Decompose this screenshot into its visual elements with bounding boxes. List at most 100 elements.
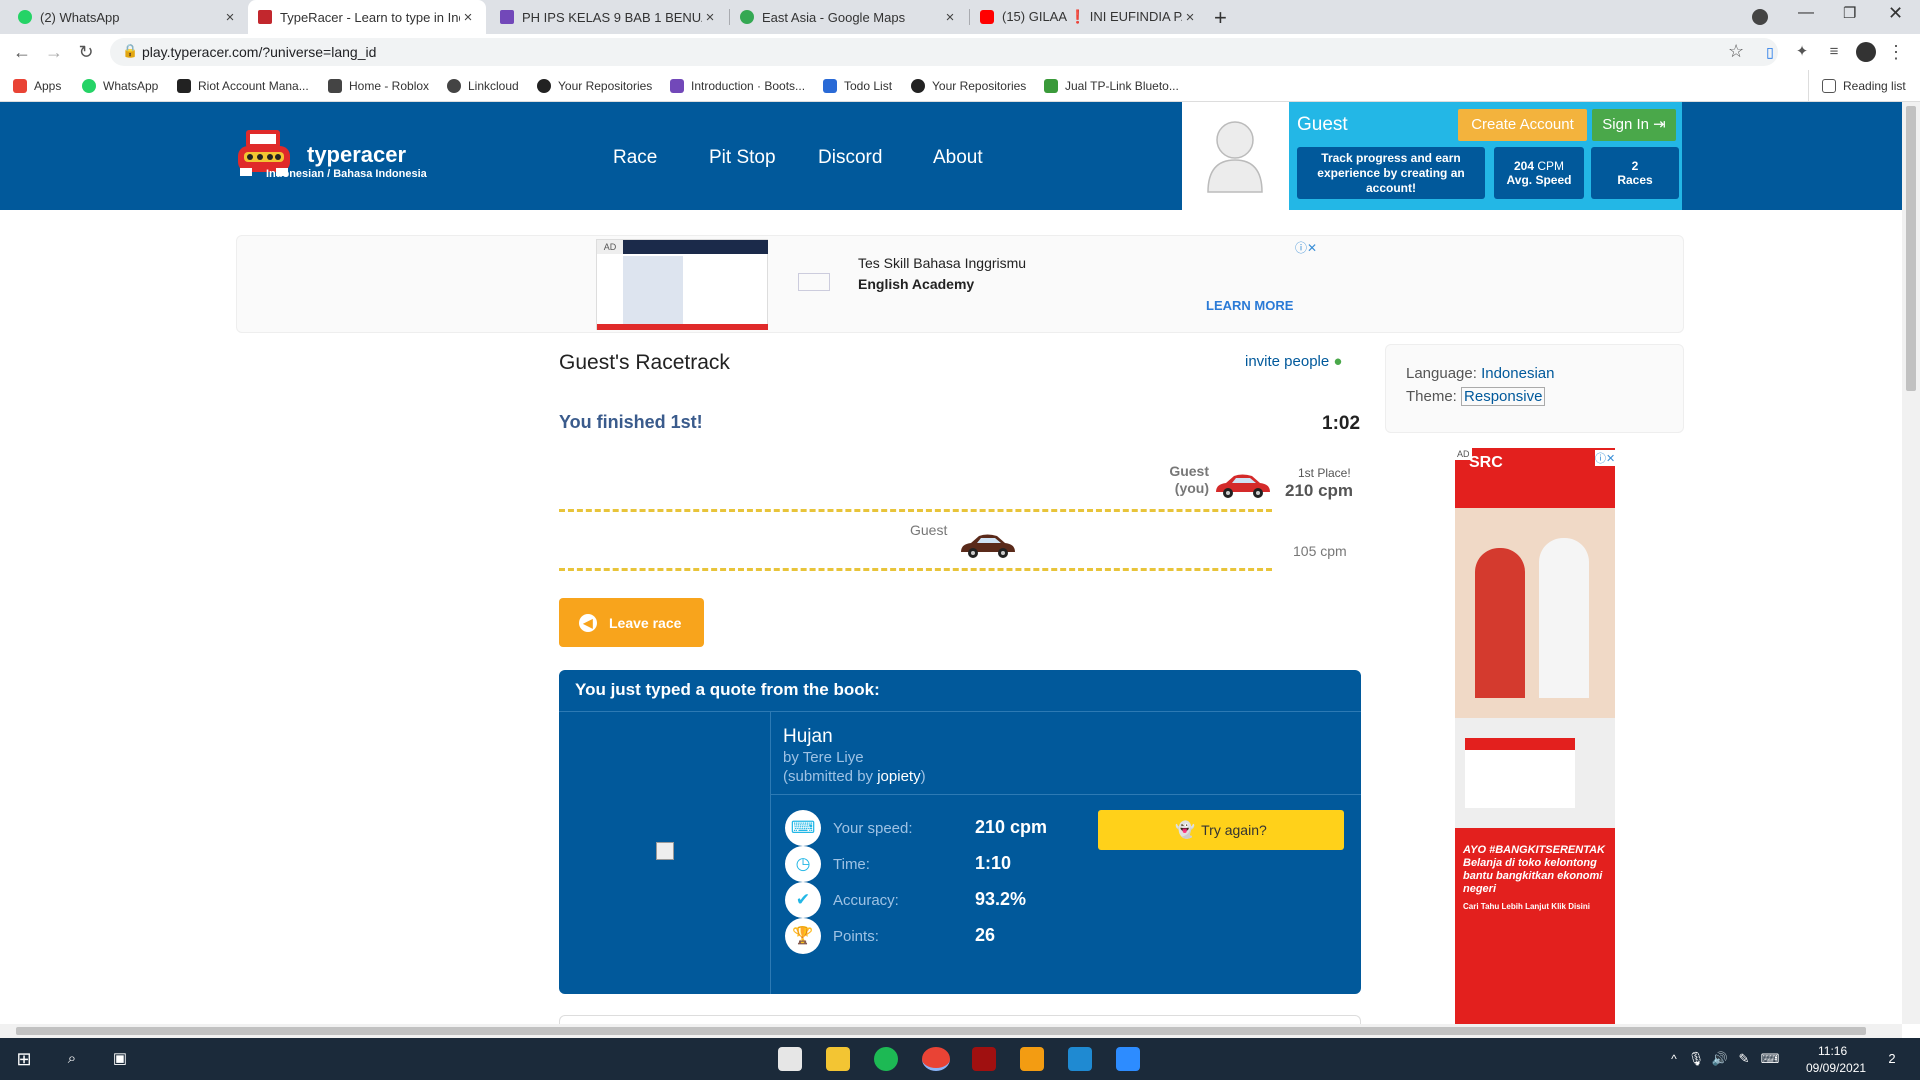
create-account-button[interactable]: Create Account — [1458, 109, 1587, 141]
keyboard-icon[interactable]: ⌨ — [1758, 1047, 1782, 1071]
sign-in-button[interactable]: Sign In ⇥ — [1592, 109, 1676, 141]
vscode-icon[interactable] — [1068, 1047, 1092, 1071]
bookmark-todo[interactable]: Todo List — [823, 76, 892, 96]
bookmark-repositories-2[interactable]: Your Repositories — [911, 76, 1026, 96]
user-name: Guest — [1297, 114, 1348, 135]
reading-mode-icon[interactable]: ▯ — [1758, 40, 1782, 64]
bookmark-tokopedia[interactable]: Jual TP-Link Blueto... — [1044, 76, 1179, 96]
tab-typeracer[interactable]: TypeRacer - Learn to type in Indo × — [248, 0, 486, 34]
track-progress-box[interactable]: Track progress and earn experience by cr… — [1297, 147, 1485, 199]
media-icon[interactable]: ≡ — [1822, 40, 1846, 64]
try-again-button[interactable]: 👻 Try again? — [1098, 810, 1344, 850]
nav-discord[interactable]: Discord — [818, 147, 882, 169]
close-tab-icon[interactable]: × — [942, 9, 958, 26]
bookmark-linkcloud[interactable]: Linkcloud — [447, 76, 519, 96]
file-explorer-icon[interactable] — [826, 1047, 850, 1071]
windows-start-icon[interactable]: ⊞ — [12, 1047, 36, 1071]
ad-banner-side[interactable]: AD SRC ⓘ✕ AYO #BANGKITSERENTAK Belanja d… — [1455, 448, 1616, 1024]
tab-youtube[interactable]: (15) GILAA ❗ INI EUFINDIA PALIN × — [970, 0, 1208, 34]
nav-pit-stop[interactable]: Pit Stop — [709, 147, 776, 169]
bookmark-riot[interactable]: Riot Account Mana... — [177, 76, 309, 96]
bookmark-label: Apps — [34, 79, 62, 93]
logo-text[interactable]: typeracer — [307, 142, 406, 168]
horizontal-scrollbar[interactable] — [0, 1024, 1902, 1038]
address-bar[interactable]: 🔒 play.typeracer.com/?universe=lang_id ☆ — [110, 38, 1778, 66]
ad-advertiser[interactable]: English Academy — [858, 276, 974, 292]
new-tab-button[interactable]: + — [1214, 5, 1227, 31]
keyboard-icon: ⌨ — [785, 810, 821, 846]
submitter-link[interactable]: jopiety — [877, 768, 920, 785]
roblox-icon — [328, 79, 342, 93]
avatar[interactable] — [1204, 116, 1266, 194]
bookmark-apps[interactable]: Apps — [13, 76, 61, 96]
tab-ph-ips[interactable]: PH IPS KELAS 9 BAB 1 BENUA × — [490, 0, 728, 34]
theme-select[interactable]: Responsive — [1461, 387, 1546, 406]
ad-image[interactable]: AD — [596, 239, 768, 330]
ad-side-cta[interactable]: Cari Tahu Lebih Lanjut Klik Disini — [1463, 902, 1590, 911]
notification-icon[interactable]: 2 — [1880, 1047, 1904, 1071]
ad-headline[interactable]: Tes Skill Bahasa Inggrismu — [858, 255, 1026, 271]
forward-icon[interactable]: → — [42, 40, 66, 64]
submitted-by: (submitted by jopiety) — [783, 768, 926, 785]
invite-people-link[interactable]: invite people ● — [1245, 353, 1342, 370]
video-editor-icon[interactable] — [972, 1047, 996, 1071]
extensions-icon[interactable]: ✦ — [1790, 40, 1814, 64]
ad-store-illustration — [1455, 718, 1615, 828]
microphone-icon[interactable]: 🎙 — [1684, 1047, 1708, 1071]
search-icon[interactable]: ⌕ — [60, 1047, 84, 1071]
clock-date[interactable]: 09/09/2021 — [1806, 1061, 1866, 1075]
zoom-icon[interactable] — [1116, 1047, 1140, 1071]
ad-brand-logo: SRC — [1469, 454, 1503, 471]
paint-icon[interactable] — [778, 1047, 802, 1071]
reading-list-button[interactable]: Reading list — [1822, 76, 1906, 96]
vertical-scrollbar[interactable] — [1902, 102, 1920, 1024]
close-tab-icon[interactable]: × — [460, 9, 476, 26]
ad-close-icon[interactable]: ⓘ✕ — [1295, 239, 1317, 256]
back-icon[interactable]: ← — [10, 40, 34, 64]
reload-icon[interactable]: ↻ — [74, 40, 98, 64]
stat-value: 210 cpm — [975, 817, 1048, 837]
todo-check-icon — [823, 79, 837, 93]
tab-search-icon[interactable] — [1752, 9, 1768, 25]
ad-learn-more-link[interactable]: LEARN MORE — [1206, 298, 1293, 313]
races-box: 2 Races — [1591, 147, 1679, 199]
windows-taskbar: ⊞ ⌕ ▣ ^ 🎙 🔊 ✎ ⌨ 11:16 09/09/2021 2 — [0, 1038, 1920, 1080]
minimize-icon[interactable]: — — [1798, 4, 1814, 22]
tray-chevron-icon[interactable]: ^ — [1662, 1047, 1686, 1071]
close-tab-icon[interactable]: × — [1182, 9, 1198, 26]
close-tab-icon[interactable]: × — [222, 9, 238, 26]
language-select[interactable]: Indonesian — [1481, 365, 1554, 382]
scrollbar-thumb[interactable] — [1906, 106, 1916, 391]
task-view-icon[interactable]: ▣ — [108, 1047, 132, 1071]
book-title[interactable]: Hujan — [783, 726, 833, 748]
scrollbar-thumb[interactable] — [16, 1027, 1866, 1035]
bookmark-repositories-1[interactable]: Your Repositories — [537, 76, 652, 96]
bookmark-star-icon[interactable]: ☆ — [1728, 41, 1744, 62]
volume-icon[interactable]: 🔊 — [1708, 1047, 1732, 1071]
submitted-prefix: (submitted by — [783, 768, 878, 785]
bookmark-bootstrap[interactable]: Introduction · Boots... — [670, 76, 805, 96]
bookmark-label: Jual TP-Link Blueto... — [1065, 79, 1179, 93]
tab-google-maps[interactable]: East Asia - Google Maps × — [730, 0, 968, 34]
spotify-icon[interactable] — [874, 1047, 898, 1071]
ad-photo — [1455, 508, 1615, 718]
menu-icon[interactable]: ⋮ — [1884, 40, 1908, 64]
site-header: typeracer Indonesian / Bahasa Indonesia … — [0, 102, 1902, 210]
tab-whatsapp[interactable]: (2) WhatsApp × — [8, 0, 248, 34]
close-tab-icon[interactable]: × — [702, 9, 718, 26]
bookmark-whatsapp[interactable]: WhatsApp — [82, 76, 158, 96]
ad-close-icon[interactable]: ⓘ✕ — [1595, 450, 1616, 466]
reading-list-label: Reading list — [1843, 79, 1906, 93]
close-window-icon[interactable]: ✕ — [1888, 3, 1903, 24]
nav-about[interactable]: About — [933, 147, 983, 169]
pen-icon[interactable]: ✎ — [1732, 1047, 1756, 1071]
sublime-text-icon[interactable] — [1020, 1047, 1044, 1071]
profile-avatar[interactable] — [1856, 42, 1876, 62]
clock-time[interactable]: 11:16 — [1818, 1044, 1847, 1058]
stat-label: Your speed: — [833, 820, 913, 837]
restore-icon[interactable]: ❐ — [1843, 4, 1856, 22]
leave-race-button[interactable]: ◀ Leave race — [559, 598, 704, 647]
nav-race[interactable]: Race — [613, 147, 657, 169]
chrome-icon[interactable] — [922, 1047, 950, 1071]
bookmark-roblox[interactable]: Home - Roblox — [328, 76, 429, 96]
